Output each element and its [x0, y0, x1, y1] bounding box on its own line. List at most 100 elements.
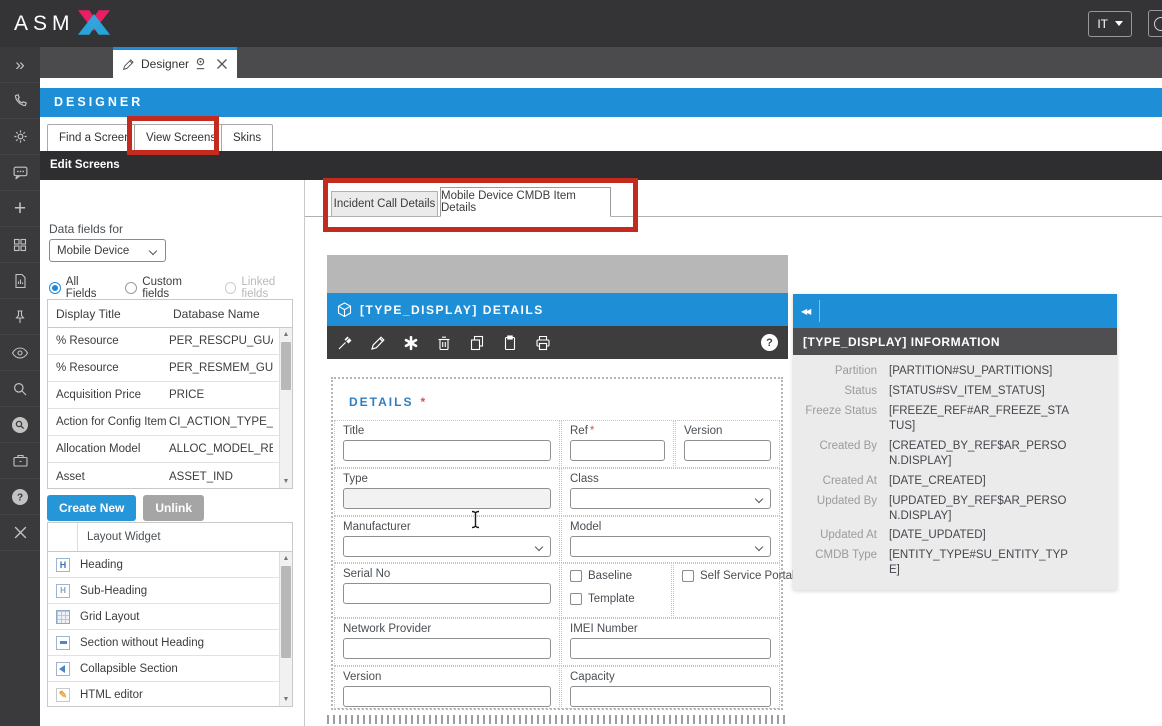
tab-mobile-device-cmdb-item-details[interactable]: Mobile Device CMDB Item Details: [440, 187, 611, 217]
locate-tab-icon[interactable]: [194, 57, 207, 71]
network-provider-input[interactable]: [343, 638, 551, 659]
column-database-name: Database Name: [169, 307, 260, 321]
field-class-label: Class: [570, 473, 771, 485]
freeze-icon[interactable]: [403, 335, 419, 351]
capacity-input[interactable]: [570, 686, 771, 707]
version-input[interactable]: [684, 440, 771, 461]
section-title-text: DETAILS: [349, 395, 413, 409]
scrollbar-thumb[interactable]: [281, 342, 291, 390]
widget-label: Heading: [78, 559, 123, 571]
table-row[interactable]: AssetASSET_IND: [48, 463, 292, 490]
sidebar-item-search[interactable]: [0, 371, 40, 407]
edit-screens-bar: Edit Screens: [40, 151, 1162, 180]
table-row[interactable]: % ResourcePER_RESMEM_GUARA: [48, 355, 292, 382]
copy-icon[interactable]: [469, 335, 485, 351]
entity-select[interactable]: Mobile Device: [49, 239, 166, 262]
create-new-button[interactable]: Create New: [47, 495, 136, 521]
paste-icon[interactable]: [502, 335, 518, 351]
fields-table-scrollbar[interactable]: ▲ ▼: [279, 328, 292, 488]
sidebar-item-chat[interactable]: [0, 155, 40, 191]
field-title: Title: [334, 420, 560, 468]
widget-table-scrollbar[interactable]: ▲ ▼: [279, 552, 292, 706]
scroll-up-icon[interactable]: ▲: [280, 328, 292, 341]
radio-custom-fields[interactable]: Custom fields: [125, 276, 210, 300]
serial-no-input[interactable]: [343, 583, 551, 604]
close-icon: [13, 525, 28, 540]
briefcase-icon: [12, 453, 29, 469]
field-model: Model: [561, 516, 780, 563]
cell-display-title: Allocation Model: [48, 443, 169, 455]
collapse-panel-icon[interactable]: ◀◀: [801, 307, 809, 316]
field-title-label: Title: [343, 425, 551, 437]
list-item-html-editor[interactable]: ✎HTML editor: [48, 682, 292, 708]
type-input[interactable]: [343, 488, 551, 509]
list-item-heading[interactable]: HHeading: [48, 552, 292, 578]
list-item-grid-layout[interactable]: Grid Layout: [48, 604, 292, 630]
close-tab-icon[interactable]: [216, 58, 228, 70]
model-select[interactable]: [570, 536, 771, 557]
sidebar-item-help[interactable]: ?: [0, 479, 40, 515]
baseline-checkbox[interactable]: Baseline: [570, 570, 663, 582]
required-mark: *: [420, 395, 425, 409]
field-manufacturer: Manufacturer: [334, 516, 560, 563]
checkbox-icon: [570, 593, 582, 605]
column-layout-widget: Layout Widget: [78, 531, 161, 543]
sidebar-item-close[interactable]: [0, 515, 40, 551]
sidebar-item-advanced-search[interactable]: [0, 407, 40, 443]
help-button[interactable]: ?: [761, 334, 778, 351]
table-row[interactable]: Acquisition PricePRICE: [48, 382, 292, 409]
sidebar-item-settings[interactable]: [0, 119, 40, 155]
self-service-portal-checkbox[interactable]: Self Service Portal: [682, 570, 771, 582]
list-item-subheading[interactable]: HSub-Heading: [48, 578, 292, 604]
chevron-down-icon: [536, 543, 544, 551]
ref-input[interactable]: [570, 440, 665, 461]
pin-icon[interactable]: [337, 335, 353, 351]
title-input[interactable]: [343, 440, 551, 461]
template-checkbox[interactable]: Template: [570, 593, 663, 605]
radio-all-fields[interactable]: All Fields: [49, 276, 111, 300]
tab-designer[interactable]: Designer: [113, 47, 237, 78]
edit-icon[interactable]: [370, 335, 386, 351]
cell-display-title: % Resource: [48, 335, 169, 347]
sidebar-item-phone[interactable]: [0, 83, 40, 119]
scroll-up-icon[interactable]: ▲: [280, 552, 292, 565]
list-item-collapsible-section[interactable]: Collapsible Section: [48, 656, 292, 682]
search-icon: [12, 381, 28, 397]
scroll-down-icon[interactable]: ▼: [280, 693, 292, 706]
table-row[interactable]: Action for Config ItemCI_ACTION_TYPE_REF: [48, 409, 292, 436]
scrollbar-thumb[interactable]: [281, 566, 291, 658]
version-2-input[interactable]: [343, 686, 551, 707]
sidebar-item-apps[interactable]: [0, 227, 40, 263]
sidebar-item-add[interactable]: +: [0, 191, 40, 227]
topbar-clipped-button[interactable]: [1148, 10, 1162, 37]
table-row[interactable]: Allocation ModelALLOC_MODEL_REF: [48, 436, 292, 463]
tab-skins[interactable]: Skins: [221, 124, 273, 151]
tab-incident-call-details[interactable]: Incident Call Details: [331, 191, 438, 217]
unlink-button[interactable]: Unlink: [143, 495, 204, 521]
imei-number-input[interactable]: [570, 638, 771, 659]
sidebar-item-report[interactable]: [0, 263, 40, 299]
field-manufacturer-label: Manufacturer: [343, 521, 551, 533]
tab-find-a-screen[interactable]: Find a Screen: [47, 124, 143, 151]
list-item-section-without-heading[interactable]: Section without Heading: [48, 630, 292, 656]
region-selector-dropdown[interactable]: IT: [1088, 11, 1132, 37]
sidebar-item-view[interactable]: [0, 335, 40, 371]
data-fields-table: Display Title Database Name % ResourcePE…: [47, 299, 293, 489]
expand-sidebar-button[interactable]: »: [0, 47, 40, 83]
class-select[interactable]: [570, 488, 771, 509]
tab-view-screens[interactable]: View Screens: [134, 124, 228, 151]
scroll-down-icon[interactable]: ▼: [280, 475, 292, 488]
print-icon[interactable]: [535, 335, 551, 351]
checkbox-icon: [682, 570, 694, 582]
manufacturer-select[interactable]: [343, 536, 551, 557]
radio-linked-fields-label: Linked fields: [241, 276, 304, 300]
cell-database-name: ALLOC_MODEL_REF: [169, 443, 273, 455]
subheading-icon: H: [56, 584, 70, 598]
icon-sidebar: » + ?: [0, 47, 40, 726]
sidebar-item-workload[interactable]: [0, 443, 40, 479]
sidebar-item-pin[interactable]: [0, 299, 40, 335]
cell-display-title: Acquisition Price: [48, 389, 169, 401]
table-row[interactable]: % ResourcePER_RESCPU_GUARAN: [48, 328, 292, 355]
delete-icon[interactable]: [436, 335, 452, 351]
pencil-icon: [122, 58, 135, 71]
